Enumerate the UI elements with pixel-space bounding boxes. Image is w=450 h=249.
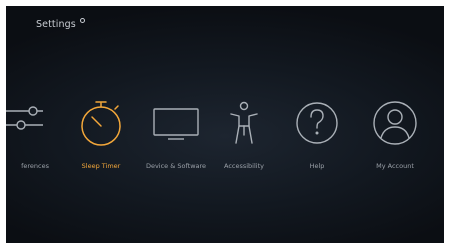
- notification-dot-icon: [80, 18, 85, 23]
- settings-item-label: ferences: [21, 162, 49, 170]
- settings-screen: Settings ferences Sleep Timer Device & S…: [6, 6, 444, 243]
- page-title: Settings: [36, 19, 76, 30]
- settings-item-label: My Account: [376, 162, 414, 170]
- settings-item-label: Sleep Timer: [81, 162, 121, 170]
- user-account-icon: [373, 101, 417, 145]
- settings-item-label: Help: [309, 162, 325, 170]
- app-frame: Settings ferences Sleep Timer Device & S…: [0, 0, 450, 249]
- stopwatch-icon: [81, 101, 121, 146]
- help-question-icon: [296, 102, 338, 144]
- accessibility-person-icon: [230, 101, 258, 144]
- settings-item-my-account[interactable]: My Account: [355, 95, 435, 185]
- tv-icon: [153, 108, 199, 140]
- settings-item-accessibility[interactable]: Accessibility: [204, 95, 284, 185]
- settings-item-help[interactable]: Help: [277, 95, 357, 185]
- settings-item-label: Accessibility: [224, 162, 264, 170]
- settings-item-preferences[interactable]: ferences: [6, 95, 51, 185]
- settings-item-sleep-timer[interactable]: Sleep Timer: [61, 95, 141, 185]
- sliders-icon: [6, 106, 43, 130]
